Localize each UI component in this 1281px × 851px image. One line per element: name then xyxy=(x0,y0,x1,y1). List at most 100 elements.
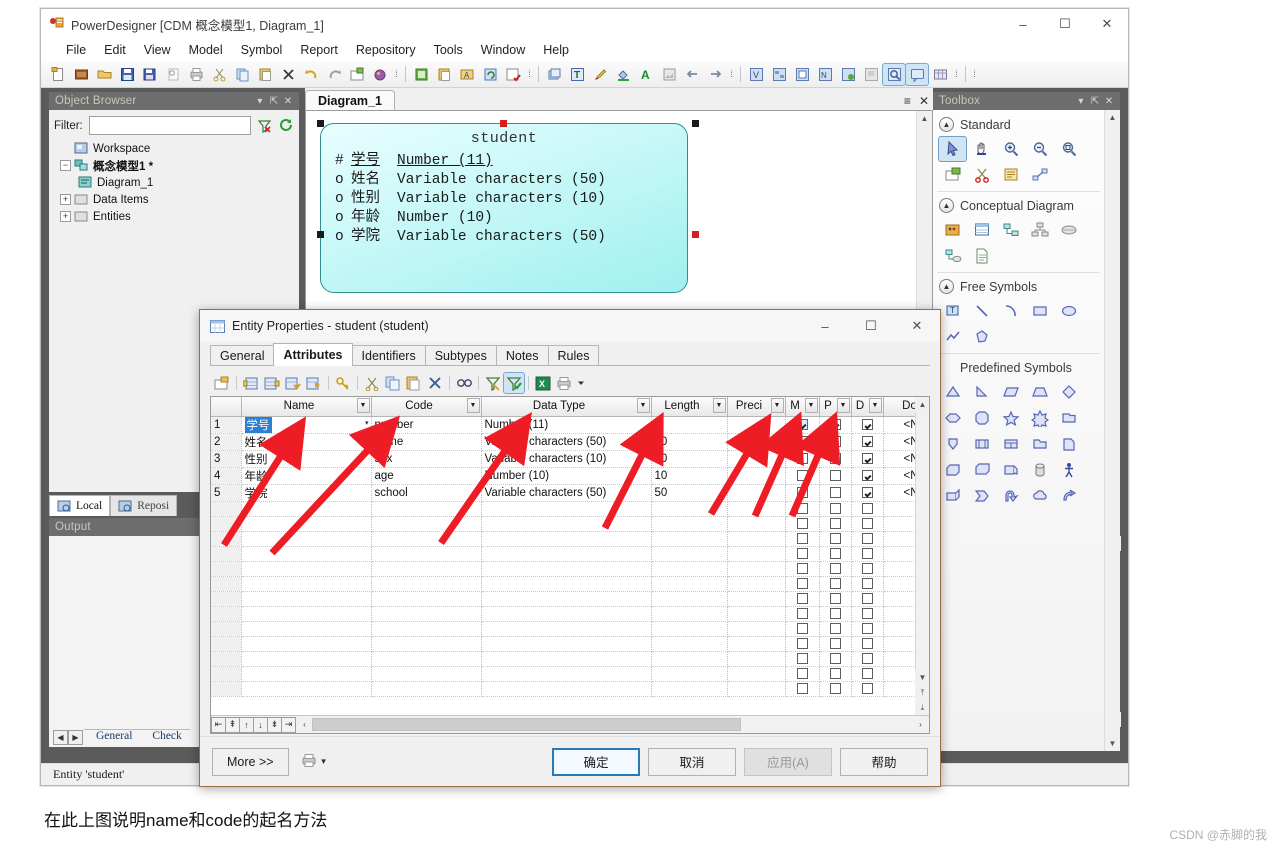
dialog-close-button[interactable]: ✕ xyxy=(894,310,940,342)
cell-primary[interactable] xyxy=(819,591,852,607)
output-tab-general[interactable]: General xyxy=(84,729,141,745)
right-triangle-icon[interactable] xyxy=(968,380,995,404)
open-package-icon[interactable] xyxy=(939,163,966,187)
table-row-empty[interactable] xyxy=(211,531,929,547)
menu-tools[interactable]: Tools xyxy=(425,41,472,59)
association-icon[interactable] xyxy=(1055,218,1082,242)
table-row[interactable]: 4 年龄 age Number (10) 10 <None> xyxy=(211,467,929,485)
cell-primary[interactable] xyxy=(819,467,852,485)
cylinder-icon[interactable] xyxy=(1026,458,1053,482)
primary-checkbox[interactable] xyxy=(829,577,841,589)
view-1-icon[interactable]: V xyxy=(745,64,767,85)
delete-icon[interactable] xyxy=(425,373,445,393)
tab-notes[interactable]: Notes xyxy=(495,345,549,366)
cell-mandatory[interactable] xyxy=(785,484,820,502)
tab-repository[interactable]: Reposi xyxy=(110,495,178,516)
displayed-checkbox[interactable] xyxy=(861,577,873,589)
chevron-up-icon[interactable]: ▲ xyxy=(939,198,954,213)
minimize-button[interactable]: – xyxy=(1002,9,1044,39)
mandatory-checkbox[interactable] xyxy=(796,667,808,679)
folder-tab-icon[interactable] xyxy=(1055,406,1082,430)
arrow-bend-icon[interactable] xyxy=(1055,484,1082,508)
arrow-curve-icon[interactable] xyxy=(997,484,1024,508)
tab-list-icon[interactable]: ≡ xyxy=(904,94,911,108)
cell-displayed[interactable] xyxy=(851,516,884,532)
move-up-button[interactable]: ↑ xyxy=(239,716,254,733)
scroll-thumb[interactable] xyxy=(312,718,742,731)
cell-code[interactable] xyxy=(371,681,482,697)
displayed-checkbox[interactable] xyxy=(861,486,873,498)
table-row-empty[interactable] xyxy=(211,546,929,562)
cell-mandatory[interactable] xyxy=(785,467,820,485)
primary-checkbox[interactable] xyxy=(829,562,841,574)
cell-datatype[interactable] xyxy=(481,651,652,667)
ellipse-icon[interactable] xyxy=(1055,299,1082,323)
cell-mandatory[interactable] xyxy=(785,531,820,547)
chevron-down-icon[interactable]: ▼ xyxy=(636,398,650,413)
excel-export-icon[interactable]: X xyxy=(533,373,553,393)
cell-length[interactable] xyxy=(651,546,728,562)
mandatory-checkbox[interactable] xyxy=(796,562,808,574)
save-icon[interactable] xyxy=(116,64,138,85)
package-icon[interactable] xyxy=(939,218,966,242)
cell-primary[interactable] xyxy=(819,561,852,577)
cell-mandatory[interactable] xyxy=(785,576,820,592)
menu-file[interactable]: File xyxy=(57,41,95,59)
toolbox-group-standard[interactable]: ▲ Standard xyxy=(937,113,1104,136)
cell-displayed[interactable] xyxy=(851,531,884,547)
save-all-icon[interactable] xyxy=(139,64,161,85)
table-row-empty[interactable] xyxy=(211,681,929,697)
primary-checkbox[interactable] xyxy=(829,452,841,464)
toolbox-group-free-symbols[interactable]: ▲ Free Symbols xyxy=(937,275,1104,298)
primary-checkbox[interactable] xyxy=(829,532,841,544)
column-header-code[interactable]: Code ▼ xyxy=(371,397,482,417)
diamond-icon[interactable] xyxy=(1055,380,1082,404)
cell-displayed[interactable] xyxy=(851,433,884,451)
entity-icon[interactable] xyxy=(968,218,995,242)
chevron-down-icon[interactable]: ▼ xyxy=(712,398,726,413)
table-row-empty[interactable] xyxy=(211,516,929,532)
mandatory-checkbox[interactable] xyxy=(796,469,808,481)
cell-precision[interactable] xyxy=(727,636,786,652)
cell-displayed[interactable] xyxy=(851,484,884,502)
cell-length[interactable] xyxy=(651,516,728,532)
selection-handle-mid-right[interactable] xyxy=(692,231,699,238)
cell-name[interactable]: 性别 xyxy=(241,450,372,468)
displayed-checkbox[interactable] xyxy=(861,418,873,430)
ch evron-down-icon[interactable]: ▼ xyxy=(836,398,850,413)
scroll-down-icon[interactable]: ▼ xyxy=(915,670,929,685)
scroll-right-icon[interactable]: › xyxy=(914,720,927,729)
help-button[interactable]: 帮助 xyxy=(840,747,928,776)
cell-precision[interactable] xyxy=(727,516,786,532)
cell-mandatory[interactable] xyxy=(785,606,820,622)
delete-icon[interactable] xyxy=(277,64,299,85)
cell-code[interactable] xyxy=(371,606,482,622)
cell-name[interactable]: 学院 xyxy=(241,484,372,502)
cell-code[interactable]: sex xyxy=(371,450,482,468)
mandatory-checkbox[interactable] xyxy=(796,532,808,544)
cell-primary[interactable] xyxy=(819,636,852,652)
menu-edit[interactable]: Edit xyxy=(95,41,135,59)
displayed-checkbox[interactable] xyxy=(861,607,873,619)
octagon-icon[interactable] xyxy=(968,406,995,430)
output-tab-check[interactable]: Check xyxy=(140,729,190,745)
fill-color-icon[interactable] xyxy=(612,64,634,85)
chevron-down-icon[interactable]: ▼ xyxy=(770,398,784,413)
cell-precision[interactable] xyxy=(727,561,786,577)
cell-dropdown-icon[interactable]: ▾ xyxy=(365,419,369,427)
close-icon[interactable]: ✕ xyxy=(919,94,929,108)
cell-datatype[interactable]: Number (10) xyxy=(481,467,652,485)
cell-code[interactable] xyxy=(371,561,482,577)
tree-item-workspace[interactable]: Workspace xyxy=(56,140,294,157)
cell-primary[interactable] xyxy=(819,546,852,562)
tab-local[interactable]: Local xyxy=(49,495,111,516)
find-icon[interactable] xyxy=(454,373,474,393)
tab-scroll-right-button[interactable]: ▶ xyxy=(68,729,83,745)
print-icon[interactable] xyxy=(301,753,317,771)
table-row-empty[interactable] xyxy=(211,636,929,652)
view-3-icon[interactable] xyxy=(791,64,813,85)
cut-icon[interactable] xyxy=(208,64,230,85)
scroll-bottom-icon[interactable]: ⤓ xyxy=(915,700,929,715)
star6-icon[interactable] xyxy=(1026,406,1053,430)
more-button[interactable]: More >> xyxy=(212,747,289,776)
